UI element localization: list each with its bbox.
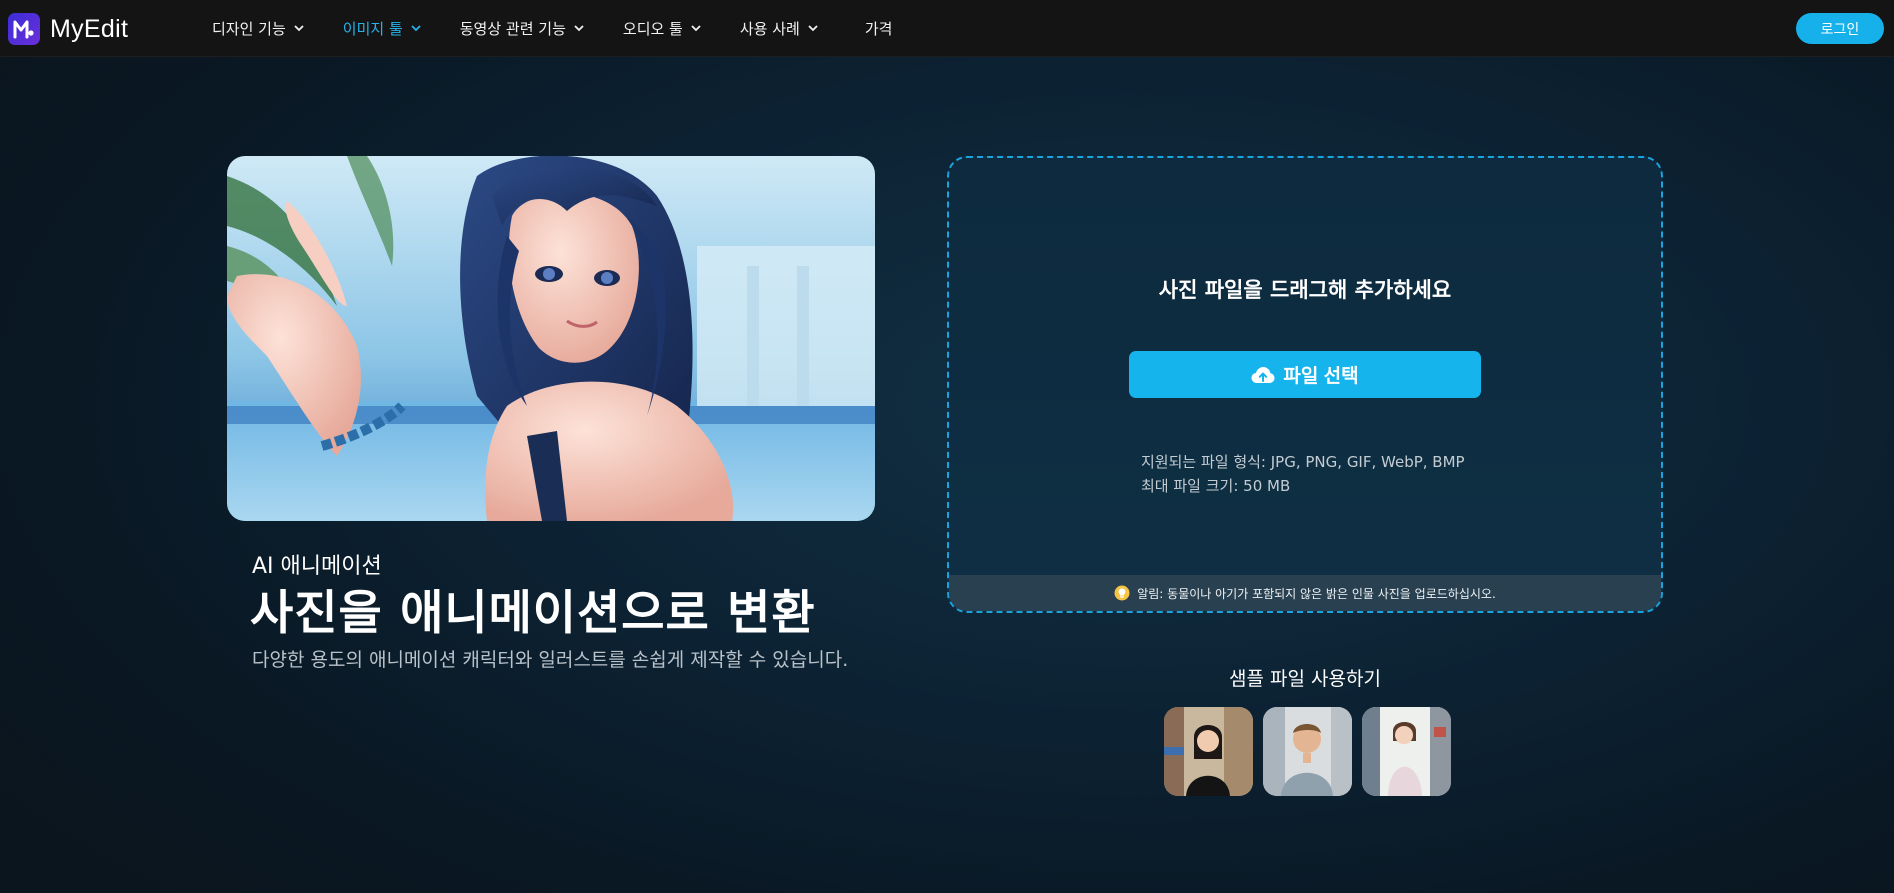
chevron-down-icon: [691, 25, 701, 32]
sample-image-woman-bookstore[interactable]: [1164, 707, 1253, 796]
max-size-text: 최대 파일 크기: 50 MB: [1141, 477, 1291, 495]
nav-audio-tools[interactable]: 오디오 툴: [623, 18, 702, 39]
choose-file-label: 파일 선택: [1283, 366, 1359, 387]
nav-label: 오디오 툴: [622, 19, 683, 38]
hero-anime-image: [227, 156, 875, 521]
chevron-down-icon: [294, 25, 304, 32]
nav-label: 이미지 툴: [342, 19, 403, 38]
sample-files-title: 샘플 파일 사용하기: [1229, 668, 1381, 690]
cloud-upload-icon: [1251, 366, 1275, 383]
lightbulb-icon: [1114, 585, 1130, 601]
sample-thumbnails: [1164, 707, 1461, 796]
top-navbar: MyEdit 디자인 기능 이미지 툴 동영상 관련 기능 오디오 툴 사용 사…: [0, 0, 1894, 57]
hero-description: 다양한 용도의 애니메이션 캐릭터와 일러스트를 손쉽게 제작할 수 있습니다.: [252, 649, 849, 671]
nav-label: 디자인 기능: [212, 19, 286, 38]
sample-image-woman-shop[interactable]: [1362, 707, 1451, 796]
chevron-down-icon: [808, 25, 818, 32]
choose-file-button[interactable]: 파일 선택: [1129, 351, 1481, 398]
brand-name: MyEdit: [50, 14, 129, 43]
nav-pricing[interactable]: 가격: [865, 18, 893, 39]
hero-title: 사진을 애니메이션으로 변환: [250, 586, 816, 641]
upload-notice-text: 알림: 동물이나 아기가 포함되지 않은 밝은 인물 사진을 업로드하십시오.: [1137, 586, 1496, 601]
nav-label: 동영상 관련 기능: [459, 19, 566, 38]
nav-design-tools[interactable]: 디자인 기능: [212, 18, 305, 39]
drag-drop-text: 사진 파일을 드래그해 추가하세요: [1158, 278, 1452, 302]
nav-video-tools[interactable]: 동영상 관련 기능: [460, 18, 585, 39]
sample-image-man-smiling[interactable]: [1263, 707, 1352, 796]
nav-label: 가격: [864, 19, 893, 38]
upload-dropzone[interactable]: 사진 파일을 드래그해 추가하세요 파일 선택 지원되는 파일 형식: JPG,…: [947, 156, 1663, 613]
supported-formats-text: 지원되는 파일 형식: JPG, PNG, GIF, WebP, BMP: [1141, 453, 1465, 471]
chevron-down-icon: [574, 25, 584, 32]
main-menu: 디자인 기능 이미지 툴 동영상 관련 기능 오디오 툴 사용 사례 가격: [212, 0, 930, 56]
nav-image-tools[interactable]: 이미지 툴: [343, 18, 422, 39]
nav-label: 사용 사례: [739, 19, 800, 38]
nav-use-cases[interactable]: 사용 사례: [740, 18, 819, 39]
upload-notice-bar: 알림: 동물이나 아기가 포함되지 않은 밝은 인물 사진을 업로드하십시오.: [949, 575, 1661, 611]
chevron-down-icon: [411, 25, 421, 32]
brand-logo[interactable]: MyEdit: [8, 13, 128, 45]
login-button[interactable]: 로그인: [1796, 13, 1884, 44]
file-format-info: 지원되는 파일 형식: JPG, PNG, GIF, WebP, BMP 최대 …: [1141, 450, 1465, 498]
myedit-logo-icon: [8, 13, 40, 45]
